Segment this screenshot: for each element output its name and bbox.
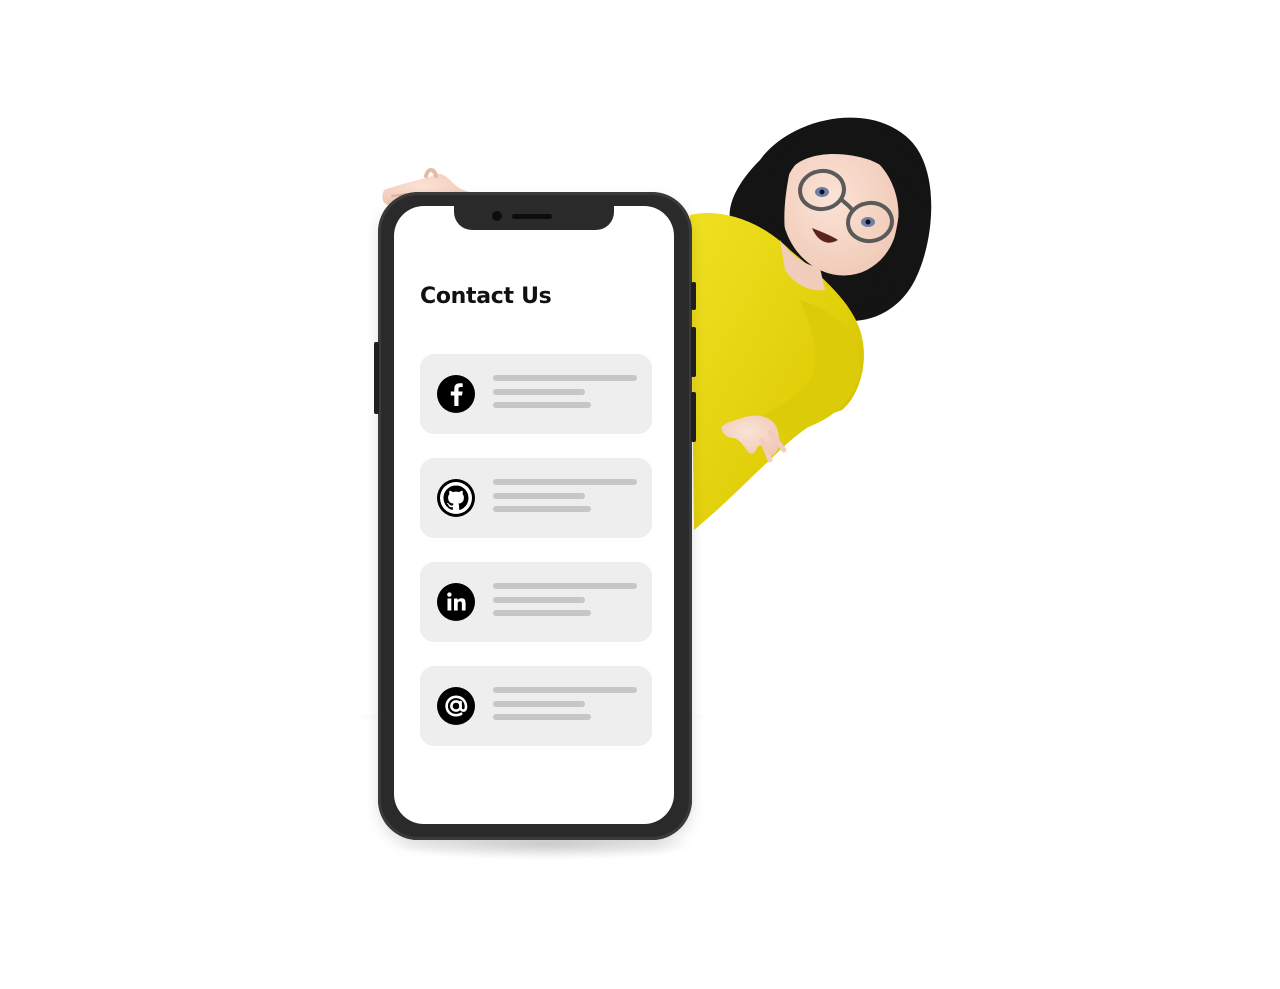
sweater-arm — [750, 300, 861, 434]
phone-side-button — [374, 342, 379, 414]
phone-screen: Contact Us — [394, 206, 674, 824]
page-title: Contact Us — [420, 284, 552, 309]
speaker-grille — [512, 214, 552, 219]
phone-mockup: Contact Us — [374, 192, 696, 840]
linkedin-icon — [437, 583, 475, 621]
placeholder-line — [493, 479, 637, 485]
character-head — [768, 127, 926, 314]
phone-side-button — [691, 327, 696, 377]
placeholder-line — [493, 597, 585, 603]
placeholder-line — [493, 610, 591, 616]
placeholder-line — [493, 583, 637, 589]
placeholder-line — [493, 389, 585, 395]
placeholder-line — [493, 375, 637, 381]
camera-icon — [492, 211, 502, 221]
contact-card-linkedin[interactable] — [420, 562, 652, 642]
contact-card-email[interactable] — [420, 666, 652, 746]
github-icon — [437, 479, 475, 517]
placeholder-line — [493, 687, 637, 693]
hair-back — [729, 117, 932, 321]
placeholder-line — [493, 402, 591, 408]
facebook-icon — [437, 375, 475, 413]
placeholder-line — [493, 714, 591, 720]
placeholder-line — [493, 493, 585, 499]
placeholder-line — [493, 506, 591, 512]
illustration-scene: Contact Us — [0, 0, 1280, 989]
phone-side-button — [691, 282, 696, 310]
contact-card-facebook[interactable] — [420, 354, 652, 434]
phone-notch — [454, 206, 614, 230]
sweater-body — [690, 213, 864, 530]
right-hand — [721, 415, 787, 463]
phone-side-button — [691, 392, 696, 442]
placeholder-line — [493, 701, 585, 707]
email-at-icon — [437, 687, 475, 725]
contact-card-github[interactable] — [420, 458, 652, 538]
